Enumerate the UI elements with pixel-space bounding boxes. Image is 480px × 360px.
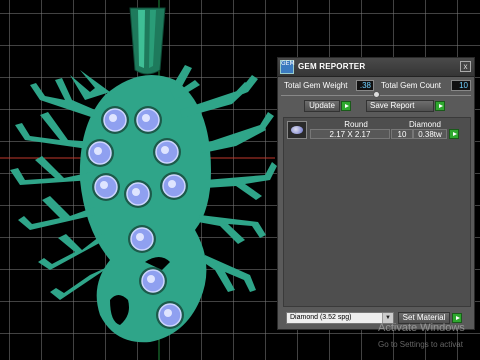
update-go-icon[interactable] bbox=[341, 101, 351, 111]
gem-list: Round Diamond 2.17 X 2.17 10 0.38tw bbox=[283, 117, 471, 307]
gem-reporter-panel: GEM GEM REPORTER x Total Gem Weight .38 … bbox=[277, 57, 475, 330]
panel-titlebar[interactable]: GEM GEM REPORTER x bbox=[278, 58, 474, 77]
gem-thumbnail-icon[interactable] bbox=[287, 121, 307, 139]
save-report-button[interactable]: Save Report bbox=[366, 100, 434, 112]
gem-weight-cell: 0.38tw bbox=[413, 129, 447, 139]
save-report-go-icon[interactable] bbox=[435, 101, 445, 111]
column-header-material: Diamond bbox=[408, 120, 441, 129]
panel-slider[interactable] bbox=[281, 91, 471, 99]
pendant-bail bbox=[129, 7, 166, 75]
activate-windows-subtext: Go to Settings to activat bbox=[378, 340, 463, 349]
update-button[interactable]: Update bbox=[304, 100, 340, 112]
total-gem-weight-label: Total Gem Weight bbox=[284, 81, 348, 90]
gem-stone bbox=[92, 173, 120, 201]
gem-stone bbox=[160, 172, 188, 200]
total-gem-count-field: 10 bbox=[451, 80, 471, 91]
slider-knob[interactable] bbox=[373, 91, 380, 98]
total-gem-count-label: Total Gem Count bbox=[381, 81, 442, 90]
gem-reporter-logo-icon: GEM bbox=[280, 60, 295, 74]
activate-windows-watermark: Activate Windows bbox=[378, 322, 465, 334]
gem-stone bbox=[153, 138, 181, 166]
gem-size-cell: 2.17 X 2.17 bbox=[310, 129, 390, 139]
column-header-shape: Round bbox=[344, 120, 368, 129]
gem-stone bbox=[156, 301, 184, 329]
panel-title: GEM REPORTER bbox=[298, 62, 366, 71]
close-icon[interactable]: x bbox=[460, 61, 471, 72]
gem-stone bbox=[124, 180, 152, 208]
total-gem-weight-field: .38 bbox=[356, 80, 374, 91]
material-select-value: Diamond (3.52 spg) bbox=[290, 314, 352, 321]
gem-stone bbox=[86, 139, 114, 167]
gem-stone bbox=[128, 225, 156, 253]
gem-stone bbox=[139, 267, 167, 295]
gem-stone bbox=[134, 106, 162, 134]
gem-count-cell: 10 bbox=[391, 129, 413, 139]
gem-row-go-icon[interactable] bbox=[449, 129, 459, 139]
gem-stone bbox=[101, 106, 129, 134]
